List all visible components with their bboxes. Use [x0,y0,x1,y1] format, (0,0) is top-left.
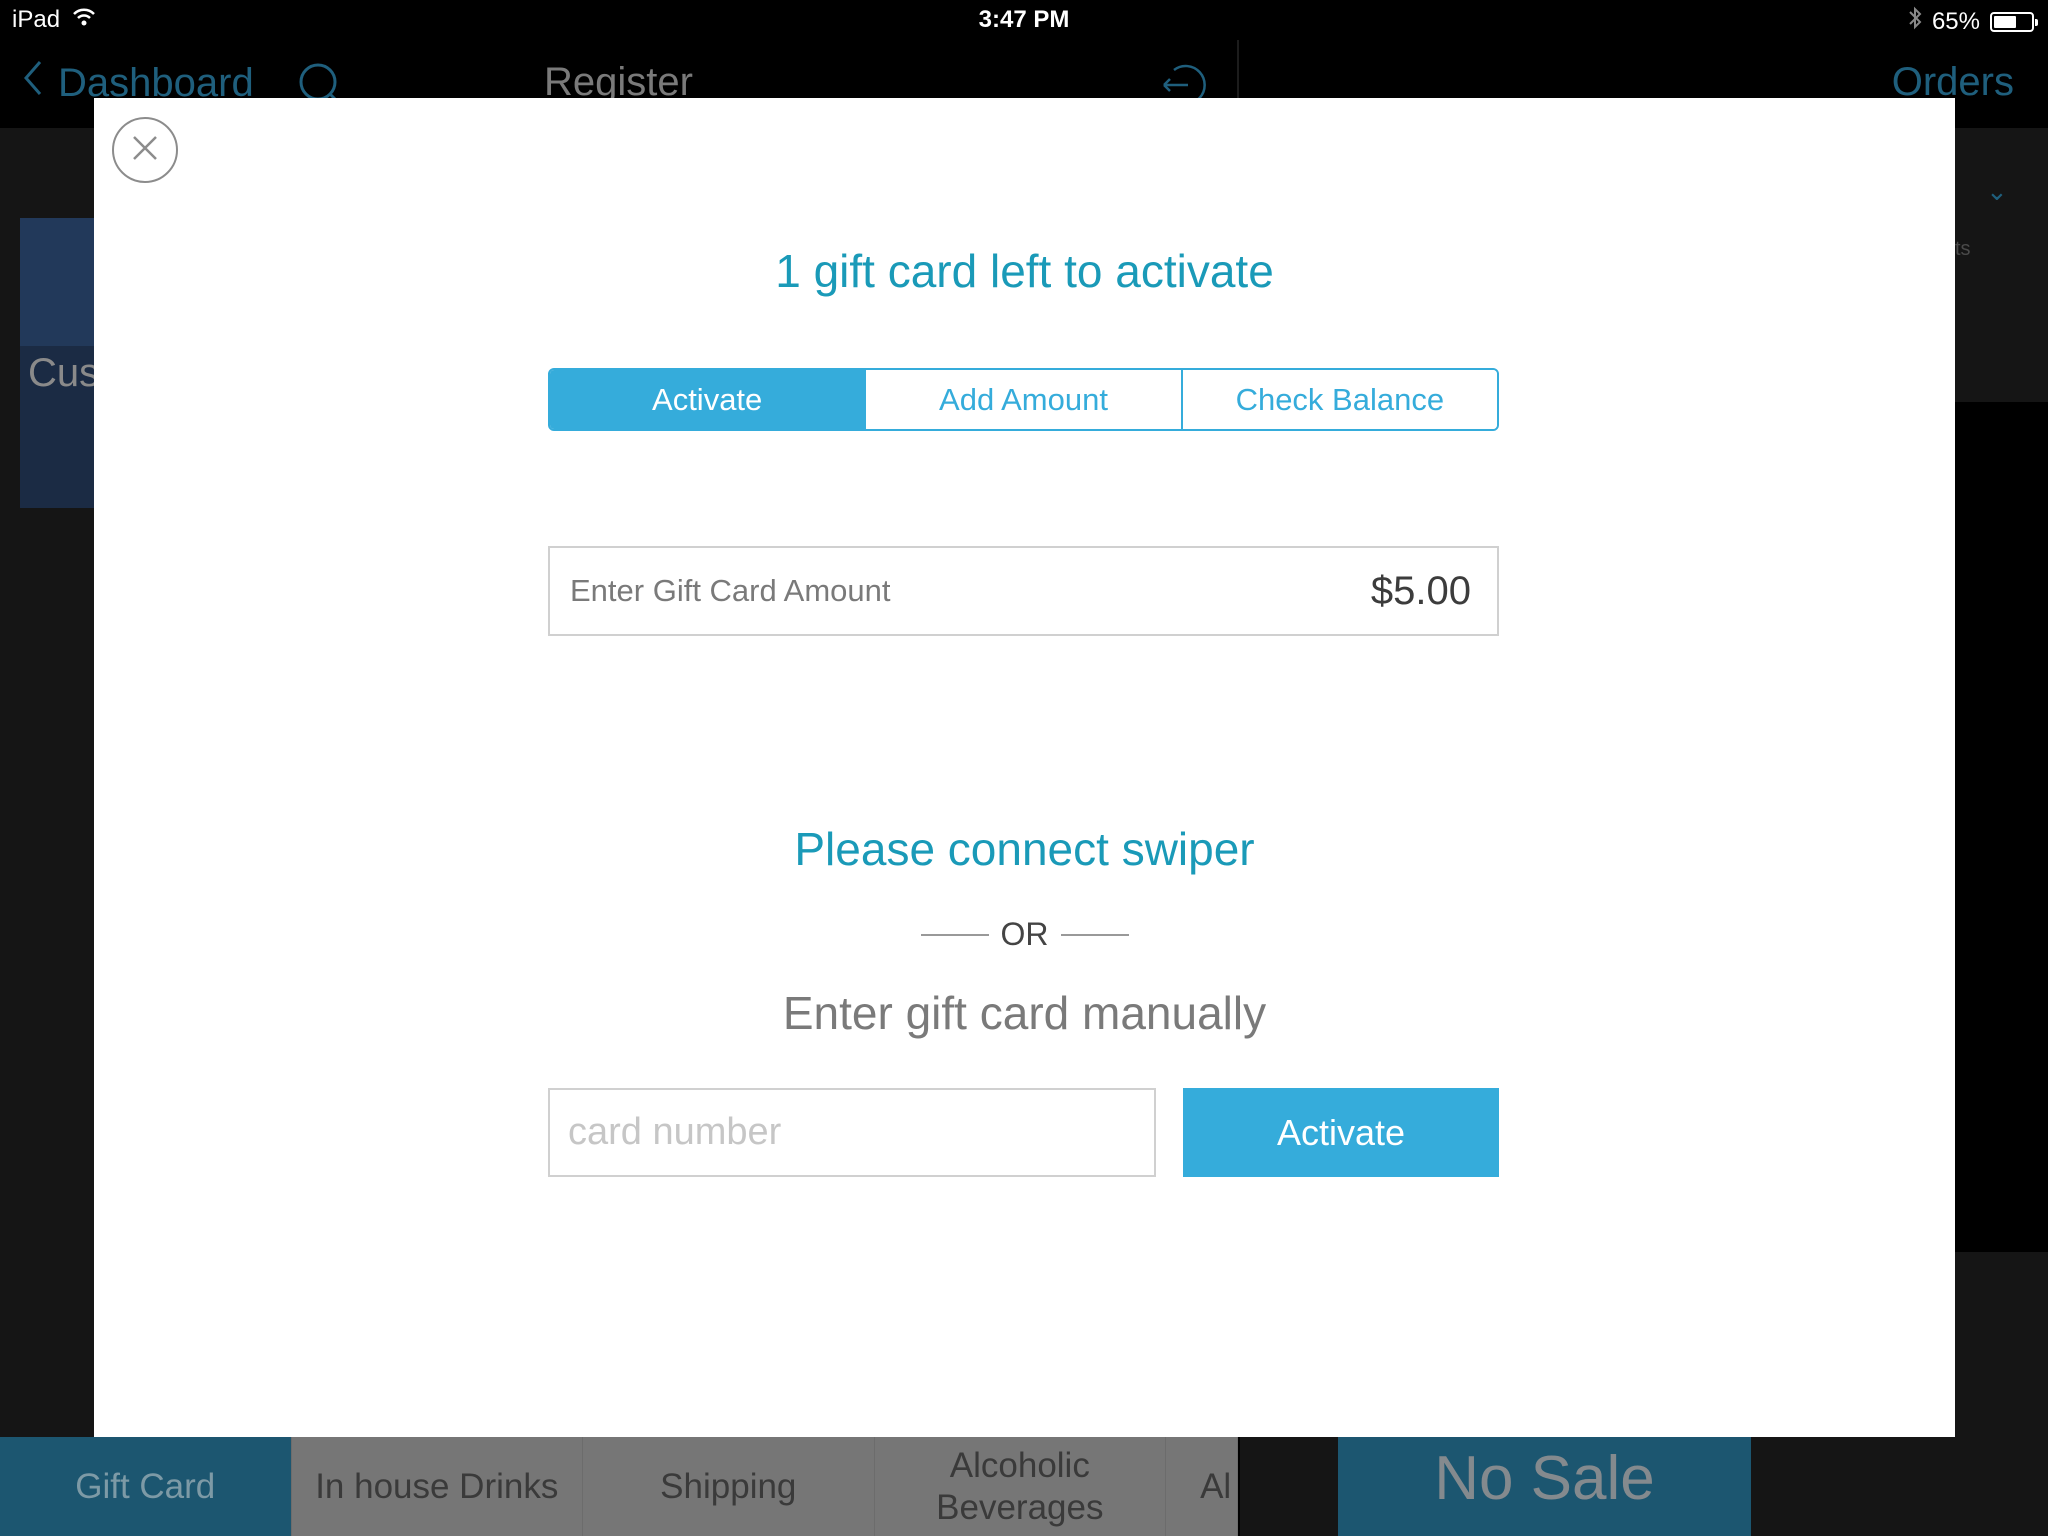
clock: 3:47 PM [978,6,1070,33]
manual-entry-label: Enter gift card manually [782,987,1267,1039]
category-tab-gift-card[interactable]: Gift Card [0,1437,292,1536]
gift-card-amount-field[interactable]: Enter Gift Card Amount $5.00 [548,546,1499,636]
close-icon [131,134,159,167]
divider-line-left [920,933,989,936]
activate-button[interactable]: Activate [1183,1088,1499,1177]
status-bar: iPad 3:47 PM 65% [0,0,2048,40]
card-number-input[interactable] [548,1088,1156,1177]
no-sale-button[interactable]: No Sale [1338,1437,1751,1536]
close-button[interactable] [112,117,178,183]
customer-card-label: Cus [28,351,100,395]
battery-level [1994,15,2016,28]
orders-list-area [1955,402,2048,1252]
customer-card-header [20,218,100,346]
category-tab-in-house-drinks[interactable]: In house Drinks [291,1437,584,1536]
or-divider: OR [94,916,1955,953]
tab-check-balance[interactable]: Check Balance [1180,370,1497,429]
mode-segmented-control: Activate Add Amount Check Balance [548,368,1499,431]
bluetooth-icon [1908,6,1922,37]
swiper-status-message: Please connect swiper [794,823,1255,875]
battery-tip [2035,18,2038,26]
amount-field-value[interactable]: $5.00 [1371,569,1471,614]
chevron-left-icon [22,58,44,108]
tab-activate[interactable]: Activate [550,370,865,429]
customer-card: Cus [20,218,100,508]
battery-percent: 65% [1931,7,1980,35]
chevron-down-icon: ⌄ [1986,176,2008,206]
battery-icon [1990,11,2038,32]
amount-field-label: Enter Gift Card Amount [570,573,891,608]
category-tab-partial[interactable]: Al [1166,1437,1238,1536]
category-bar: Gift Card In house Drinks Shipping Alcoh… [0,1437,1238,1536]
gift-card-modal: 1 gift card left to activate Activate Ad… [94,98,1955,1437]
category-tab-shipping[interactable]: Shipping [583,1437,875,1536]
or-label: OR [1000,916,1049,952]
orders-panel-subtext: ts [1955,238,1971,260]
tab-add-amount[interactable]: Add Amount [864,370,1181,429]
divider-line-right [1060,933,1129,936]
modal-title: 1 gift card left to activate [775,245,1274,297]
category-tab-alcoholic-beverages[interactable]: Alcoholic Beverages [874,1437,1167,1536]
